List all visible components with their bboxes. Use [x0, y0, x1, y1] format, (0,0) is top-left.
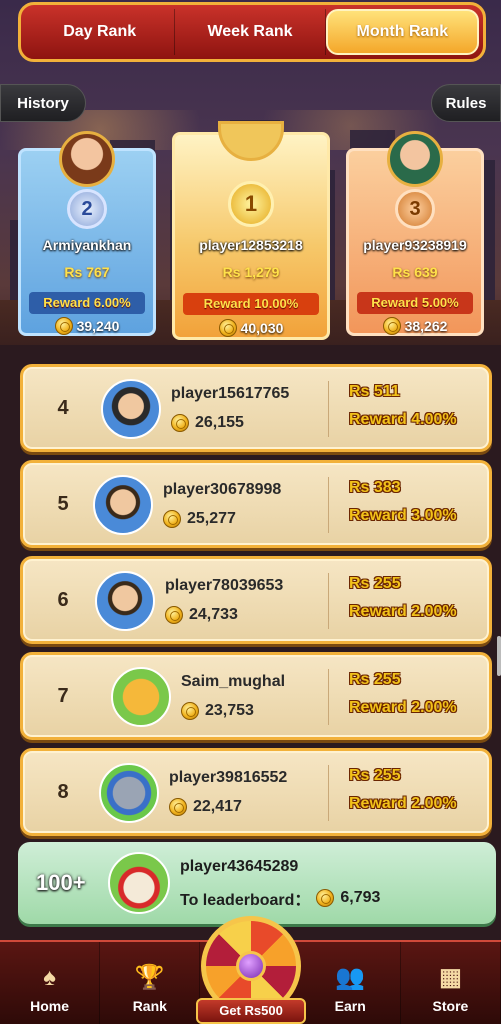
coin-score: 25,277 [163, 510, 236, 528]
spade-icon: ♠ [43, 964, 56, 991]
player-name: player93238919 [363, 237, 467, 253]
tab-month-rank[interactable]: Month Rank [325, 9, 479, 55]
avatar [218, 121, 284, 161]
podium-rank-1[interactable]: 1 player12853218 Rs 1,279 Reward 10.00% … [172, 121, 330, 340]
nav-rank[interactable]: 🏆 Rank [100, 942, 201, 1024]
nav-home[interactable]: ♠ Home [0, 942, 101, 1024]
reward-percent: Reward 2.00% [349, 603, 457, 620]
nav-label: Earn [334, 998, 366, 1014]
medal-silver-icon: 2 [67, 189, 107, 229]
to-leaderboard-score: To leaderboard： 6,793 [180, 886, 380, 910]
rank-number: 5 [57, 493, 69, 515]
podium-rank-3[interactable]: 3 player93238919 Rs 639 Reward 5.00% 38,… [346, 131, 484, 336]
player-name: player39816552 [169, 769, 288, 786]
avatar [108, 852, 170, 914]
player-name: player15617765 [171, 385, 290, 402]
coin-score: 40,030 [175, 319, 327, 337]
rank-number: 6 [57, 589, 69, 611]
coin-score: 6,793 [340, 889, 381, 906]
prize-amount: Rs 767 [64, 264, 110, 280]
rules-button[interactable]: Rules [431, 84, 501, 122]
leaderboard-row[interactable]: 8 player39816552 22,417 Rs 255 Reward 2.… [20, 748, 492, 836]
people-icon: 👥 [335, 964, 366, 991]
history-button[interactable]: History [0, 84, 86, 122]
reward-percent: Reward 5.00% [357, 292, 473, 314]
coin-icon [382, 317, 401, 335]
prize-amount: Rs 255 [349, 671, 401, 688]
reward-percent: Reward 2.00% [349, 795, 457, 812]
nav-label: Store [432, 998, 469, 1014]
coin-icon [171, 414, 189, 432]
avatar [59, 131, 115, 187]
leaderboard-row[interactable]: 7 Saim_mughal 23,753 Rs 255 Reward 2.00% [20, 652, 492, 740]
coin-icon [165, 606, 183, 624]
reward-percent: Reward 4.00% [349, 411, 457, 428]
store-icon: ▦ [439, 964, 462, 991]
rank-number: 8 [57, 781, 69, 803]
nav-label: Home [30, 998, 70, 1014]
coin-score: 23,753 [181, 702, 254, 720]
rank-number: 4 [57, 397, 69, 419]
rank-tabs: Day Rank Week Rank Month Rank [18, 2, 486, 62]
leaderboard-row[interactable]: 5 player30678998 25,277 Rs 383 Reward 3.… [20, 460, 492, 548]
reward-percent: Reward 6.00% [29, 292, 145, 314]
player-name: Saim_mughal [181, 673, 286, 690]
coin-icon [54, 317, 73, 335]
avatar [99, 763, 159, 823]
player-name: Armiyankhan [42, 237, 132, 253]
reward-percent: Reward 2.00% [349, 699, 457, 716]
player-name: player78039653 [165, 577, 284, 594]
coin-score: 22,417 [169, 798, 242, 816]
rank-number: 100+ [36, 870, 86, 895]
prize-amount: Rs 255 [349, 575, 401, 592]
wheel-label: Get Rs500 [196, 998, 306, 1024]
tab-week-rank[interactable]: Week Rank [175, 9, 326, 55]
rank-number: 7 [57, 685, 69, 707]
podium-rank-2[interactable]: 2 Armiyankhan Rs 767 Reward 6.00% 39,240 [18, 131, 156, 336]
coin-icon [163, 510, 181, 528]
medal-bronze-icon: 3 [395, 189, 435, 229]
avatar [95, 571, 155, 631]
avatar [387, 131, 443, 187]
player-name: player12853218 [199, 237, 303, 253]
avatar [93, 475, 153, 535]
coin-score: 24,733 [165, 606, 238, 624]
prize-amount: Rs 511 [349, 383, 400, 400]
nav-earn[interactable]: 👥 Earn [301, 942, 401, 1024]
nav-label: Rank [132, 998, 167, 1014]
reward-percent: Reward 3.00% [349, 507, 457, 524]
coin-score: 26,155 [171, 414, 244, 432]
prize-amount: Rs 255 [349, 767, 401, 784]
prize-amount: Rs 1,279 [222, 264, 280, 280]
trophy-icon: 🏆 [134, 964, 165, 991]
nav-store[interactable]: ▦ Store [401, 942, 501, 1024]
tab-day-rank[interactable]: Day Rank [25, 9, 176, 55]
avatar [111, 667, 171, 727]
coin-icon [169, 798, 187, 816]
reward-percent: Reward 10.00% [183, 293, 319, 315]
prize-amount: Rs 639 [392, 264, 438, 280]
prize-amount: Rs 383 [349, 479, 401, 496]
coin-icon [316, 889, 335, 907]
coin-score: 39,240 [21, 317, 153, 335]
medal-gold-icon: 1 [228, 181, 274, 227]
to-leaderboard-label: To leaderboard： [180, 892, 311, 909]
coin-icon [218, 319, 237, 337]
my-rank-row[interactable]: 100+ player43645289 To leaderboard： 6,79… [18, 842, 496, 924]
coin-score: 38,262 [349, 317, 481, 335]
scrollbar[interactable] [497, 636, 501, 676]
wheel-hub [236, 951, 266, 981]
player-name: player43645289 [180, 858, 299, 875]
player-name: player30678998 [163, 481, 282, 498]
leaderboard-row[interactable]: 4 player15617765 26,155 Rs 511 Reward 4.… [20, 364, 492, 452]
spin-wheel-button[interactable]: Get Rs500 [192, 914, 310, 1024]
coin-icon [181, 702, 199, 720]
leaderboard-row[interactable]: 6 player78039653 24,733 Rs 255 Reward 2.… [20, 556, 492, 644]
avatar [101, 379, 161, 439]
